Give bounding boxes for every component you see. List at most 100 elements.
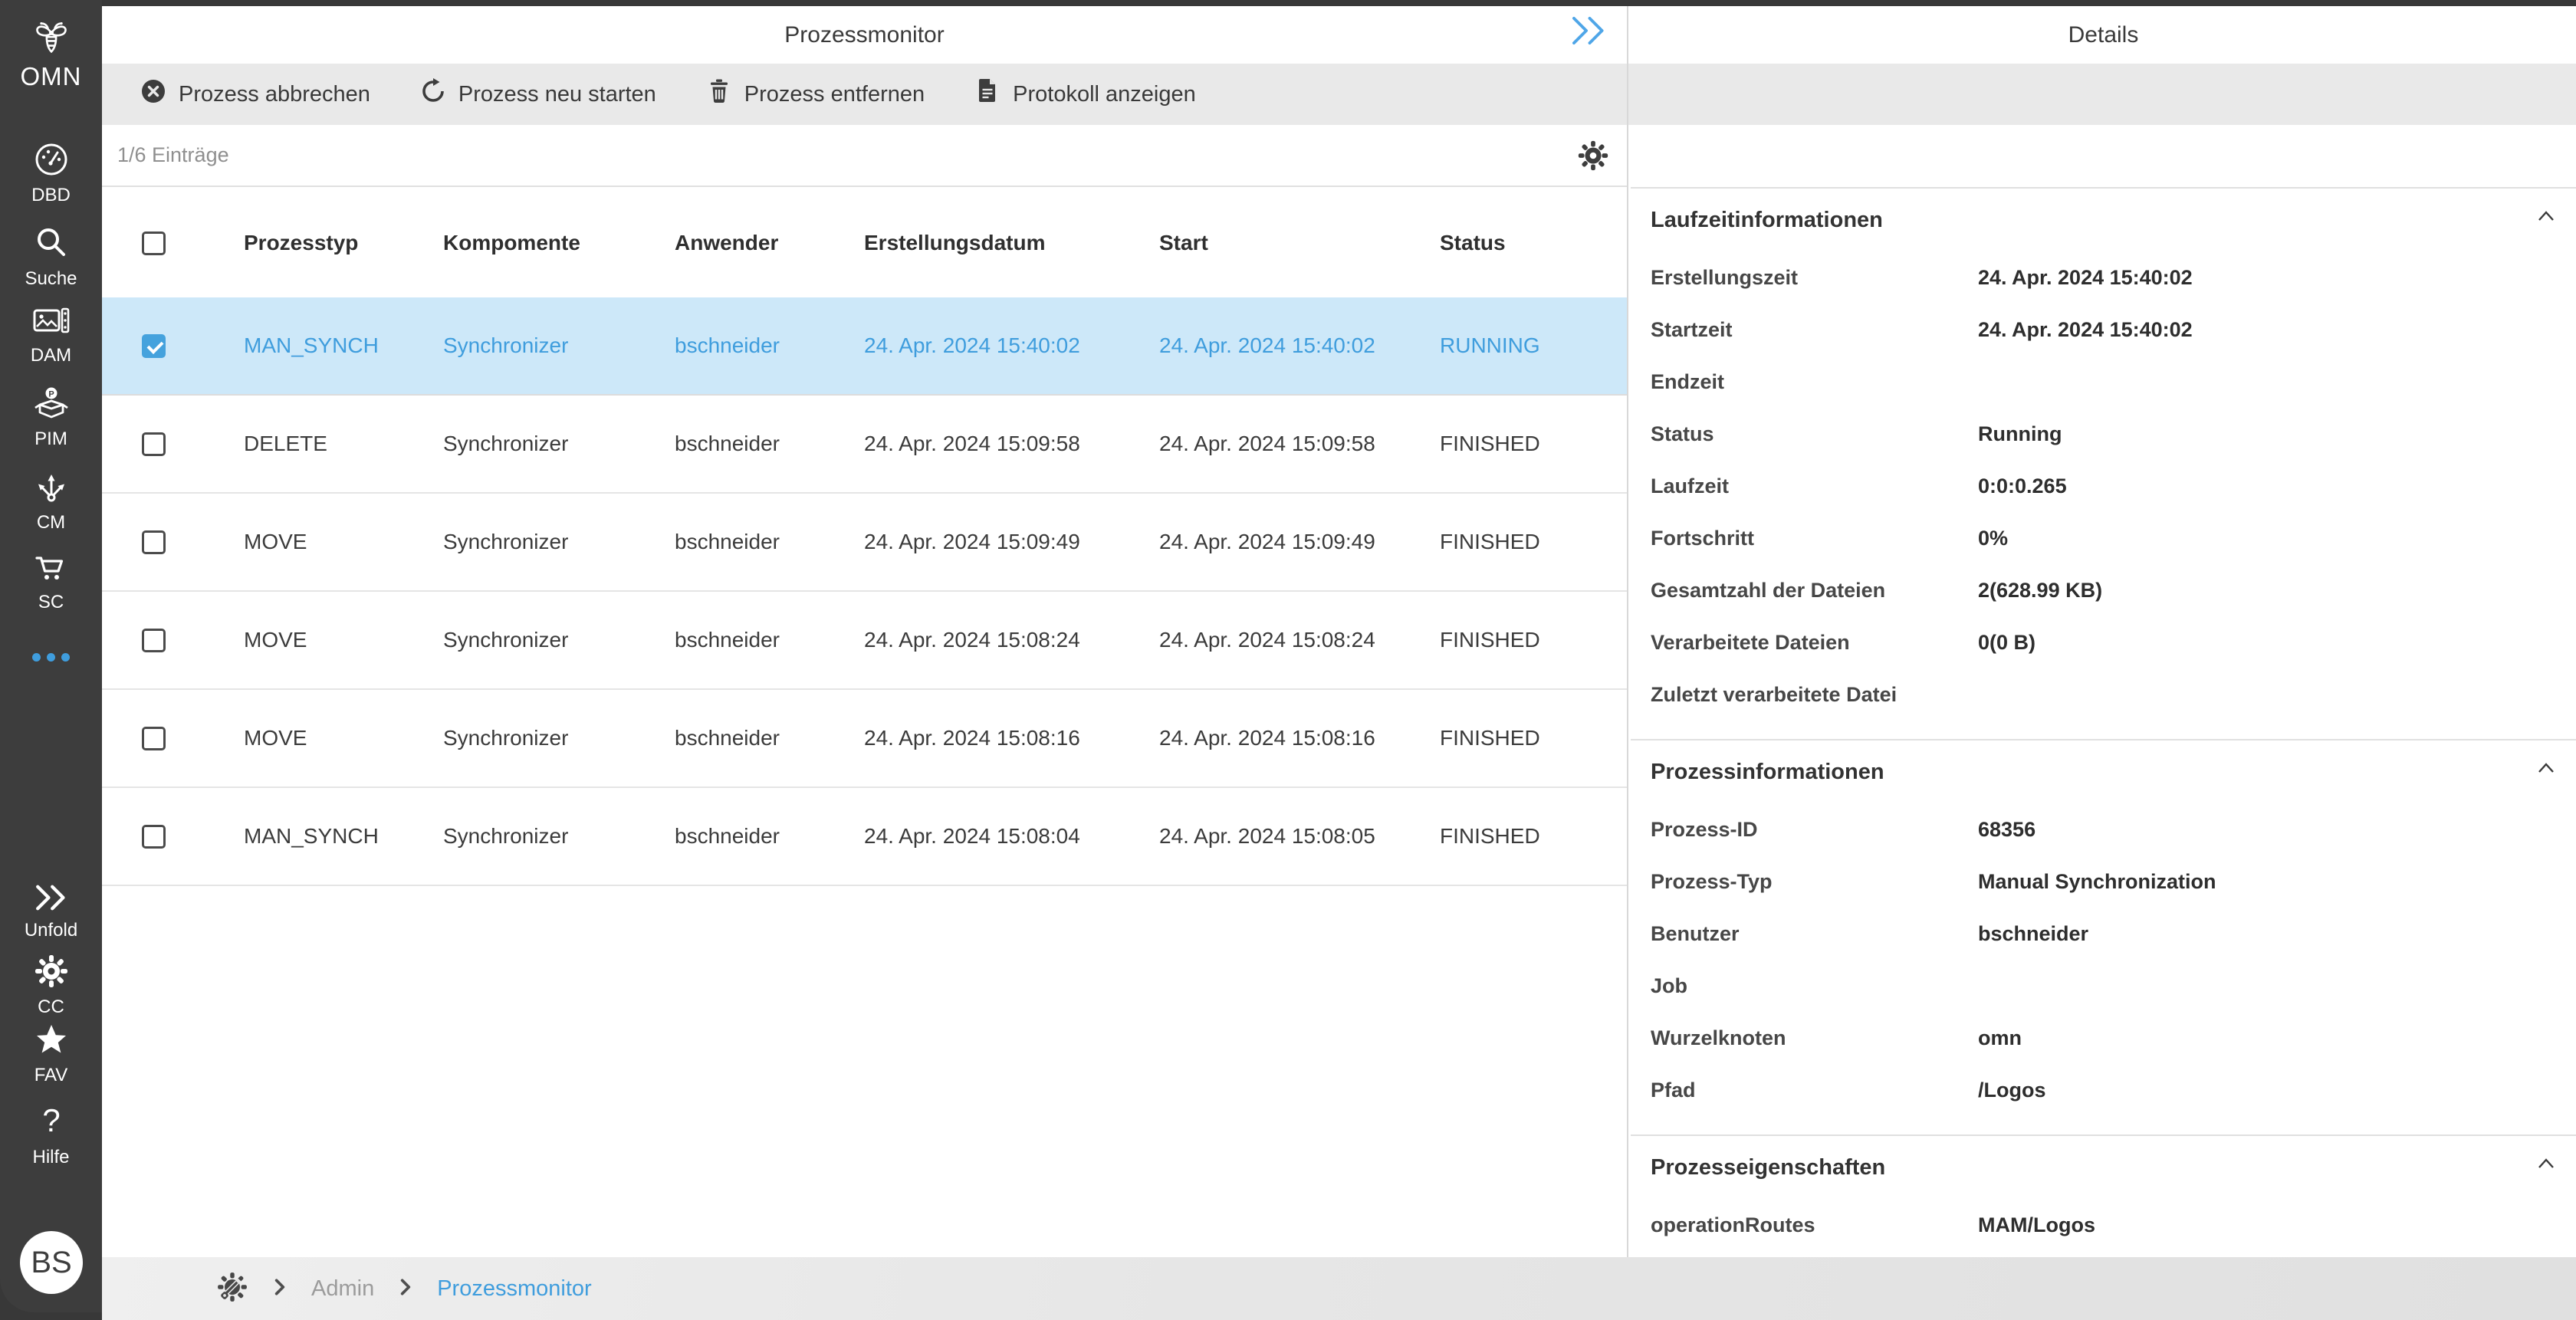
section-header[interactable]: Laufzeitinformationen [1631,187,2576,251]
star-icon [34,1023,69,1061]
detail-value: bschneider [1978,921,2089,945]
table-header: Prozesstyp Kompomente Anwender Erstellun… [102,189,1627,297]
sidebar-item-cm[interactable]: CM [0,469,102,532]
cell-status: FINISHED [1440,726,1540,750]
column-header-status[interactable]: Status [1440,231,1627,255]
cell-prozesstyp: MOVE [244,726,307,750]
sidebar-item-label: CC [38,997,64,1017]
sidebar-item-suche[interactable]: Suche [0,225,102,288]
chevron-up-icon [2536,1154,2556,1180]
sidebar-item-label: PIM [34,429,67,449]
detail-row: Verarbeitete Dateien 0(0 B) [1631,616,2576,668]
chevron-right-icon [271,1277,288,1301]
sidebar-item-sc[interactable]: SC [0,553,102,612]
user-avatar[interactable]: BS [20,1231,83,1294]
sidebar-item-label: DBD [31,185,71,205]
column-header-anwender[interactable]: Anwender [675,231,864,255]
table-row[interactable]: MAN_SYNCH Synchronizer bschneider 24. Ap… [102,788,1627,886]
detail-label: Endzeit [1651,369,1725,393]
restart-process-button[interactable]: Prozess neu starten [419,77,656,111]
row-checkbox[interactable] [142,824,166,849]
collapse-panel-button[interactable] [1569,14,1608,51]
app-window: OMN DBD Suche DAM P PIM CM SC Unfold CC … [0,0,2576,1320]
section-header[interactable]: Prozesseigenschaften [1631,1134,2576,1199]
cell-prozesstyp: MAN_SYNCH [244,333,379,357]
remove-process-button[interactable]: Prozess entfernen [705,77,925,111]
sidebar-item-fav[interactable]: FAV [0,1023,102,1085]
table-settings-button[interactable] [1576,139,1610,172]
sidebar: OMN DBD Suche DAM P PIM CM SC Unfold CC … [0,0,102,1312]
column-header-erstellungsdatum[interactable]: Erstellungsdatum [864,231,1159,255]
sidebar-logo[interactable]: OMN [0,18,102,89]
toolbar-button-label: Protokoll anzeigen [1013,81,1196,107]
select-all-checkbox[interactable] [142,231,166,255]
row-checkbox[interactable] [142,432,166,456]
detail-label: Laufzeit [1651,474,1730,497]
document-icon [974,77,1001,111]
detail-value: Running [1978,422,2062,445]
detail-row: Zuletzt verarbeitete Datei [1631,668,2576,721]
cell-status: RUNNING [1440,333,1540,357]
toolbar-band: Prozess abbrechen Prozess neu starten Pr… [102,64,2576,125]
details-header: Details [1631,6,2576,64]
detail-label: Fortschritt [1651,526,1754,550]
breadcrumb-prozessmonitor[interactable]: Prozessmonitor [437,1276,591,1302]
detail-row: Wurzelknoten omn [1631,1012,2576,1064]
sidebar-item-hilfe[interactable]: ? Hilfe [0,1102,102,1167]
detail-label: Zuletzt verarbeitete Datei [1651,682,1898,706]
detail-value: 68356 [1978,817,2036,841]
detail-row: Startzeit 24. Apr. 2024 15:40:02 [1631,304,2576,356]
column-header-komponente[interactable]: Kompomente [443,231,675,255]
sidebar-item-label: SC [38,592,64,612]
section-title: Prozesseigenschaften [1651,1154,1886,1180]
sidebar-item-label: Unfold [24,920,78,941]
detail-label: Verarbeitete Dateien [1651,630,1850,654]
gear-icon [34,954,69,993]
table-row[interactable]: MOVE Synchronizer bschneider 24. Apr. 20… [102,494,1627,592]
cell-status: FINISHED [1440,530,1540,553]
sidebar-item-pim[interactable]: P PIM [0,386,102,448]
detail-label: Startzeit [1651,317,1733,341]
cell-status: FINISHED [1440,824,1540,848]
product-box-icon: P [33,386,70,425]
cell-start: 24. Apr. 2024 15:09:58 [1159,432,1375,455]
sidebar-item-dam[interactable]: DAM [0,305,102,365]
row-checkbox[interactable] [142,333,166,358]
detail-row: Erstellungszeit 24. Apr. 2024 15:40:02 [1631,251,2576,304]
row-checkbox[interactable] [142,628,166,652]
show-protocol-button[interactable]: Protokoll anzeigen [974,77,1196,111]
section-header[interactable]: Prozessinformationen [1631,739,2576,803]
detail-row: Gesamtzahl der Dateien 2(628.99 KB) [1631,564,2576,616]
cell-prozesstyp: MOVE [244,628,307,652]
cell-start: 24. Apr. 2024 15:08:24 [1159,628,1375,652]
cell-anwender: bschneider [675,628,780,652]
details-panel: Laufzeitinformationen Erstellungszeit 24.… [1631,125,2576,1269]
breadcrumb-admin[interactable]: Admin [311,1276,374,1302]
sidebar-item-cc[interactable]: CC [0,954,102,1016]
entries-bar: 1/6 Einträge [102,125,1627,187]
detail-label: Benutzer [1651,921,1740,945]
table-row[interactable]: MOVE Synchronizer bschneider 24. Apr. 20… [102,592,1627,690]
column-header-prozesstyp[interactable]: Prozesstyp [244,231,443,255]
ellipsis-icon[interactable] [0,653,102,662]
sidebar-item-dbd[interactable]: DBD [0,142,102,205]
chevron-right-icon [397,1277,414,1301]
cancel-circle-icon [140,77,167,111]
section-title: Prozessinformationen [1651,759,1884,784]
table-row[interactable]: MAN_SYNCH Synchronizer bschneider 24. Ap… [102,297,1627,396]
column-header-start[interactable]: Start [1159,231,1440,255]
detail-value: 2(628.99 KB) [1978,578,2103,602]
cell-erstellungsdatum: 24. Apr. 2024 15:40:02 [864,333,1080,357]
row-checkbox[interactable] [142,726,166,750]
breadcrumb-bar: Admin Prozessmonitor [102,1257,2576,1320]
table-row[interactable]: DELETE Synchronizer bschneider 24. Apr. … [102,396,1627,494]
cell-komponente: Synchronizer [443,628,569,652]
cell-komponente: Synchronizer [443,333,569,357]
cancel-process-button[interactable]: Prozess abbrechen [140,77,370,111]
cell-prozesstyp: DELETE [244,432,327,455]
gear-wrench-icon[interactable] [216,1271,248,1307]
row-checkbox[interactable] [142,530,166,554]
detail-row: Prozess-ID 68356 [1631,803,2576,855]
table-row[interactable]: MOVE Synchronizer bschneider 24. Apr. 20… [102,690,1627,788]
sidebar-item-unfold[interactable]: Unfold [0,883,102,940]
